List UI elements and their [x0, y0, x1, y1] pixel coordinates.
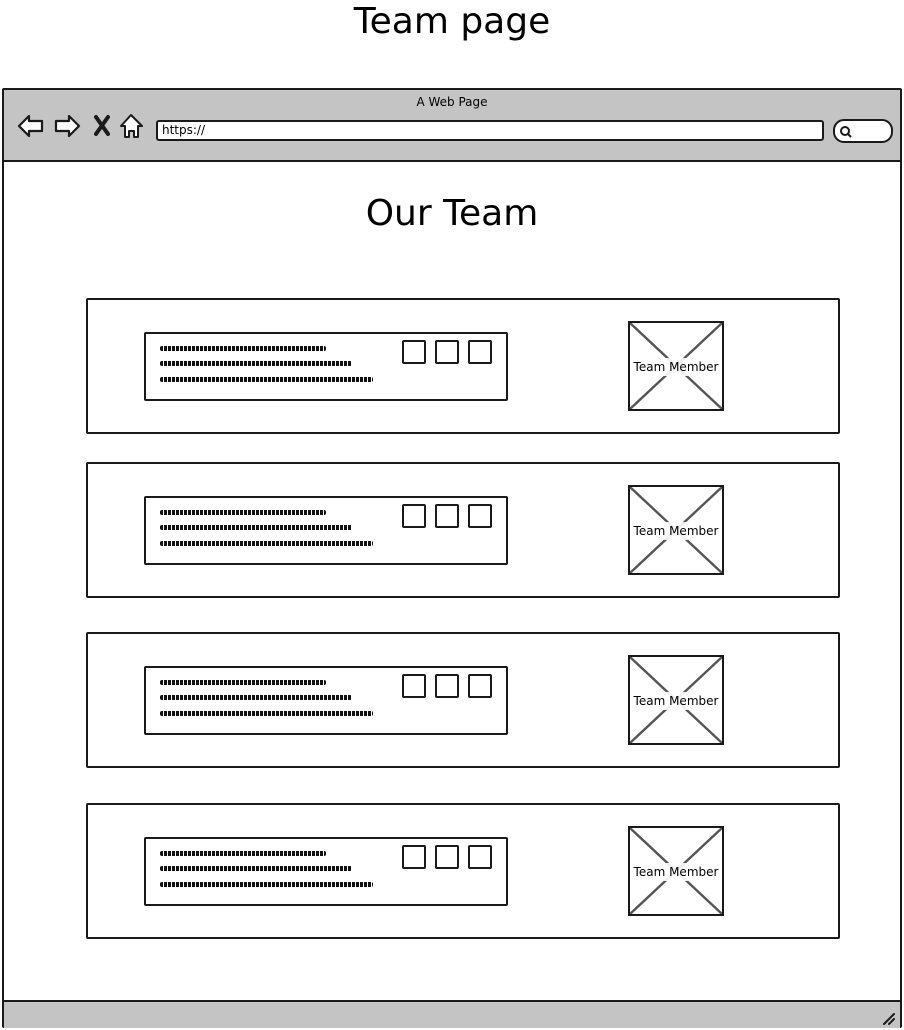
- home-icon[interactable]: [118, 112, 148, 140]
- social-link-button[interactable]: [468, 674, 492, 698]
- page-content: Our Team Team Member Team Member Team Me…: [4, 162, 900, 1000]
- member-photo-label: Team Member: [632, 692, 720, 710]
- bio-text-line: [160, 680, 326, 685]
- bio-text-line: [160, 851, 326, 856]
- bio-text-line: [160, 541, 373, 546]
- stop-x-icon[interactable]: [90, 112, 120, 140]
- member-bio: [144, 496, 508, 565]
- window-title: A Web Page: [416, 95, 488, 109]
- social-link-button[interactable]: [435, 340, 459, 364]
- team-member-card: Team Member: [86, 298, 840, 434]
- member-photo: Team Member: [628, 826, 724, 916]
- member-photo: Team Member: [628, 655, 724, 745]
- member-photo: Team Member: [628, 321, 724, 411]
- social-link-button[interactable]: [402, 674, 426, 698]
- social-link-button[interactable]: [402, 504, 426, 528]
- bio-text-line: [160, 711, 373, 716]
- bio-text-line: [160, 361, 352, 366]
- member-photo-label: Team Member: [632, 358, 720, 376]
- social-link-button[interactable]: [468, 340, 492, 364]
- social-link-button[interactable]: [435, 845, 459, 869]
- section-title: Our Team: [365, 193, 539, 234]
- member-photo: Team Member: [628, 485, 724, 575]
- social-link-button[interactable]: [435, 504, 459, 528]
- bio-text-line: [160, 525, 352, 530]
- bio-text-line: [160, 346, 326, 351]
- bio-text-line: [160, 377, 373, 382]
- bio-text-line: [160, 510, 326, 515]
- social-link-button[interactable]: [468, 845, 492, 869]
- social-link-button[interactable]: [402, 845, 426, 869]
- social-link-button[interactable]: [435, 674, 459, 698]
- member-photo-label: Team Member: [632, 522, 720, 540]
- member-bio: [144, 332, 508, 401]
- bio-text-line: [160, 695, 352, 700]
- social-link-button[interactable]: [402, 340, 426, 364]
- back-arrow-icon[interactable]: [16, 112, 46, 140]
- team-member-card: Team Member: [86, 632, 840, 768]
- forward-arrow-icon[interactable]: [52, 112, 82, 140]
- search-icon: [840, 126, 852, 138]
- browser-statusbar: [4, 1000, 900, 1028]
- team-member-card: Team Member: [86, 803, 840, 939]
- team-member-card: Team Member: [86, 462, 840, 598]
- bio-text-line: [160, 882, 373, 887]
- bio-text-line: [160, 866, 352, 871]
- search-field[interactable]: [833, 119, 893, 143]
- social-link-button[interactable]: [468, 504, 492, 528]
- member-bio: [144, 837, 508, 906]
- member-bio: [144, 666, 508, 735]
- browser-toolbar: A Web Page https://: [4, 90, 900, 162]
- resize-grip-icon[interactable]: [880, 1010, 896, 1026]
- page-heading: Team page: [353, 1, 551, 42]
- browser-window: A Web Page https:// Our Team Team Member…: [2, 88, 902, 1028]
- member-photo-label: Team Member: [632, 863, 720, 881]
- address-bar[interactable]: https://: [156, 120, 824, 141]
